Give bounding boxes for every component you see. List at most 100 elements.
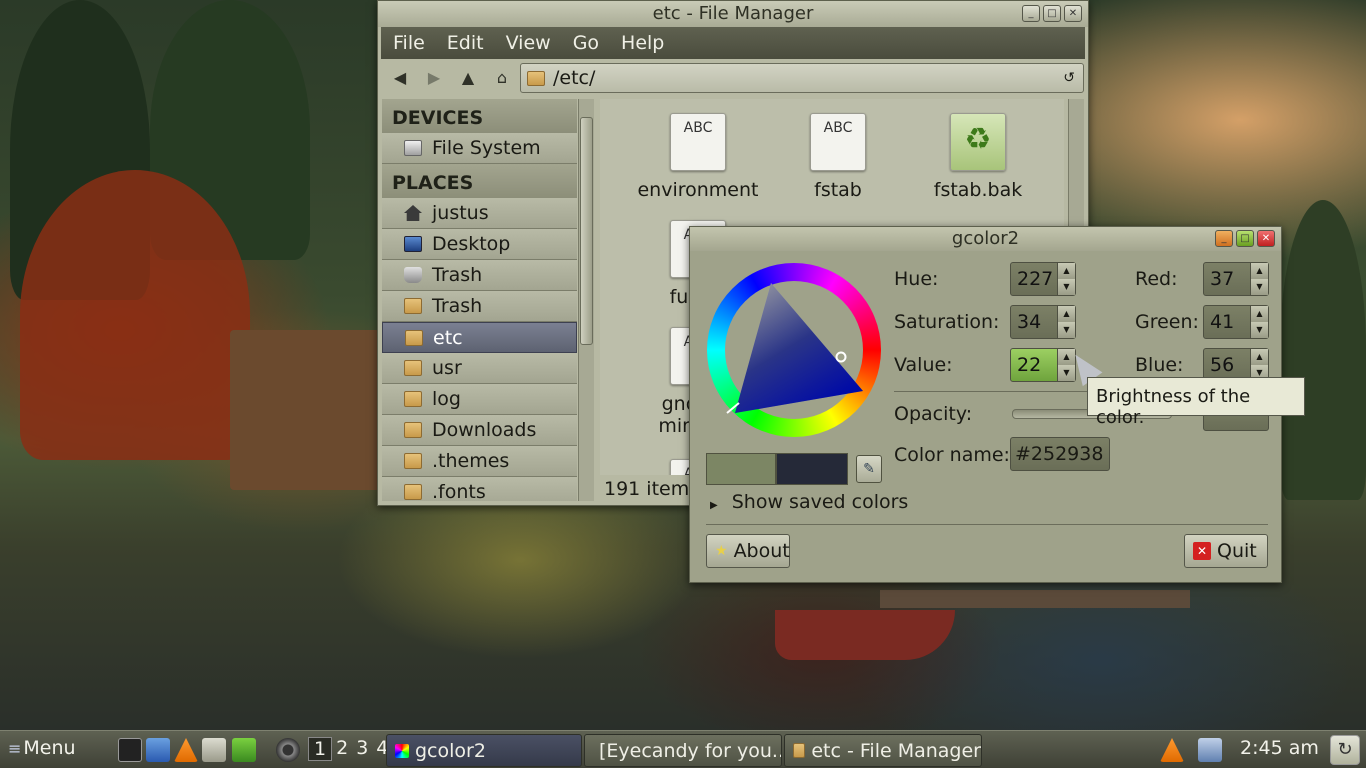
sidebar-scrollbar[interactable] xyxy=(578,99,594,501)
up-icon[interactable]: ▲ xyxy=(454,65,482,91)
minimize-icon[interactable]: _ xyxy=(1215,230,1233,247)
minimize-icon[interactable]: _ xyxy=(1022,5,1040,22)
sidebar-item-fonts[interactable]: .fonts xyxy=(382,477,577,501)
menu-go[interactable]: Go xyxy=(561,32,609,54)
folder-icon xyxy=(527,70,545,86)
increment-icon[interactable]: ▲ xyxy=(1251,349,1268,365)
hue-value[interactable]: 227 xyxy=(1011,268,1057,290)
sidebar-item-etc[interactable]: etc xyxy=(382,322,577,353)
menu-view[interactable]: View xyxy=(494,32,561,54)
sidebar-item-file-system[interactable]: File System xyxy=(382,133,577,164)
sidebar-header-devices: DEVICES xyxy=(382,99,577,133)
workspace-3[interactable]: 3 xyxy=(352,737,372,761)
sidebar-item-label: etc xyxy=(433,326,463,349)
value-value[interactable]: 22 xyxy=(1011,354,1057,376)
saturation-value[interactable]: 34 xyxy=(1011,311,1057,333)
about-button[interactable]: ★ About xyxy=(706,534,790,568)
eyedropper-icon[interactable]: ✎ xyxy=(856,455,882,483)
decrement-icon[interactable]: ▼ xyxy=(1251,279,1268,295)
window-title: gcolor2 xyxy=(951,228,1020,249)
increment-icon[interactable]: ▲ xyxy=(1251,263,1268,279)
window-title: etc - File Manager xyxy=(652,3,814,24)
sidebar-item-themes[interactable]: .themes xyxy=(382,446,577,477)
task-eyecandy[interactable]: [Eyecandy for you... xyxy=(584,734,782,767)
color-name-value[interactable]: #252938 xyxy=(1015,443,1103,465)
file-item-fstab[interactable]: ABC fstab xyxy=(768,113,908,201)
color-triangle[interactable] xyxy=(707,263,881,437)
menu-file[interactable]: File xyxy=(381,32,435,54)
workspace-1[interactable]: 1 xyxy=(308,737,333,761)
quit-button[interactable]: ✕ Quit xyxy=(1184,534,1268,568)
sidebar-item-label: Trash xyxy=(432,295,483,317)
hue-spinner[interactable]: 227 ▲ ▼ xyxy=(1010,262,1076,296)
green-spinner[interactable]: 41 ▲ ▼ xyxy=(1203,305,1269,339)
sidebar-item-justus[interactable]: justus xyxy=(382,198,577,229)
close-icon[interactable]: ✕ xyxy=(1064,5,1082,22)
hue-label: Hue: xyxy=(894,268,939,290)
decrement-icon[interactable]: ▼ xyxy=(1251,322,1268,338)
menu-edit[interactable]: Edit xyxy=(435,32,494,54)
menu-help[interactable]: Help xyxy=(609,32,674,54)
gcolor2-titlebar[interactable]: gcolor2 _ □ ✕ xyxy=(690,227,1281,251)
task-gcolor2[interactable]: gcolor2 xyxy=(386,734,582,767)
saturation-spinner[interactable]: 34 ▲ ▼ xyxy=(1010,305,1076,339)
scroll-thumb[interactable] xyxy=(580,117,593,345)
logout-icon[interactable]: ↻ xyxy=(1330,735,1360,765)
color-wheel[interactable] xyxy=(707,263,881,437)
clock[interactable]: 2:45 am xyxy=(1240,737,1319,759)
workspace-2[interactable]: 2 xyxy=(332,737,352,761)
expander-arrow-icon: ▶ xyxy=(710,500,718,511)
task-file-manager[interactable]: etc - File Manager xyxy=(784,734,982,767)
home-folder-icon[interactable] xyxy=(146,738,170,762)
maximize-icon[interactable]: □ xyxy=(1043,5,1061,22)
folder-icon xyxy=(404,391,422,407)
vlc-tray-icon[interactable] xyxy=(1160,738,1184,762)
sidebar-item-trash[interactable]: Trash xyxy=(382,260,577,291)
sidebar-item-log[interactable]: log xyxy=(382,384,577,415)
file-item-fstab-bak[interactable]: ♻ fstab.bak xyxy=(908,113,1048,201)
blue-value[interactable]: 56 xyxy=(1204,354,1250,376)
folder-icon xyxy=(404,484,422,500)
tooltip: Brightness of the color. xyxy=(1087,377,1305,428)
file-name: fstab.bak xyxy=(933,179,1023,201)
sidebar-item-desktop[interactable]: Desktop xyxy=(382,229,577,260)
sidebar-item-usr[interactable]: usr xyxy=(382,353,577,384)
sidebar-item-trash-folder[interactable]: Trash xyxy=(382,291,577,322)
increment-icon[interactable]: ▲ xyxy=(1058,263,1075,279)
color-name-field[interactable]: #252938 xyxy=(1010,437,1110,471)
location-bar[interactable]: /etc/ ↺ xyxy=(520,63,1084,93)
close-icon[interactable]: ✕ xyxy=(1257,230,1275,247)
sidebar-item-label: log xyxy=(432,388,461,410)
file-item-environment[interactable]: ABC environment xyxy=(628,113,768,201)
reload-icon[interactable]: ↺ xyxy=(1063,70,1075,86)
red-label: Red: xyxy=(1135,268,1178,290)
decrement-icon[interactable]: ▼ xyxy=(1058,322,1075,338)
vlc-icon[interactable] xyxy=(174,738,198,762)
back-icon[interactable]: ◀ xyxy=(386,65,414,91)
increment-icon[interactable]: ▲ xyxy=(1251,306,1268,322)
terminal-icon[interactable] xyxy=(118,738,142,762)
red-value[interactable]: 37 xyxy=(1204,268,1250,290)
disc-icon[interactable] xyxy=(276,738,300,762)
task-label: etc - File Manager xyxy=(811,739,981,762)
maximize-icon[interactable]: □ xyxy=(1236,230,1254,247)
calculator-icon[interactable] xyxy=(202,738,226,762)
decrement-icon[interactable]: ▼ xyxy=(1058,279,1075,295)
red-spinner[interactable]: 37 ▲ ▼ xyxy=(1203,262,1269,296)
sidebar-item-label: Trash xyxy=(432,264,483,286)
desktop-icon xyxy=(404,236,422,252)
text-file-icon: ABC xyxy=(810,113,866,171)
home-icon xyxy=(404,205,422,221)
home-icon[interactable]: ⌂ xyxy=(488,65,516,91)
green-value[interactable]: 41 xyxy=(1204,311,1250,333)
color-picker-icon[interactable] xyxy=(232,738,256,762)
menu-button[interactable]: ≡ Menu xyxy=(8,737,76,759)
increment-icon[interactable]: ▲ xyxy=(1058,306,1075,322)
value-spinner[interactable]: 22 ▲ ▼ xyxy=(1010,348,1076,382)
trash-icon xyxy=(404,267,422,283)
file-manager-titlebar[interactable]: etc - File Manager _ □ ✕ xyxy=(378,1,1088,27)
sidebar-item-downloads[interactable]: Downloads xyxy=(382,415,577,446)
forward-icon[interactable]: ▶ xyxy=(420,65,448,91)
show-saved-colors-expander[interactable]: ▶ Show saved colors xyxy=(710,491,908,513)
power-manager-icon[interactable] xyxy=(1198,738,1222,762)
